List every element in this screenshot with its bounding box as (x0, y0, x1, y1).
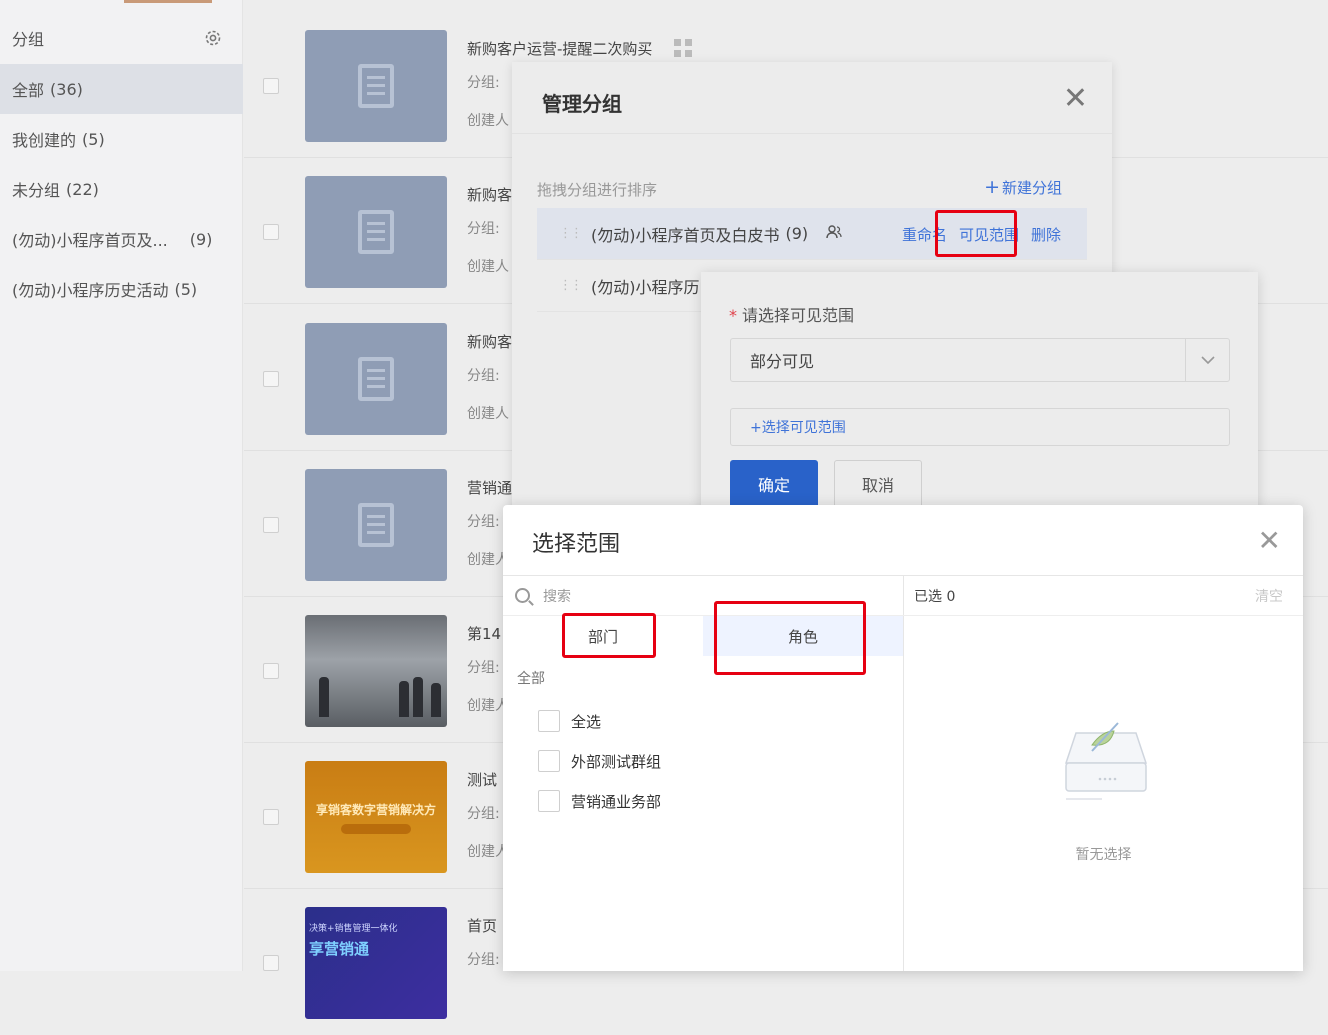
sort-hint: 拖拽分组进行排序 (537, 181, 658, 199)
option-marketing-dept[interactable]: 营销通业务部 (538, 789, 661, 813)
row-checkbox[interactable] (263, 78, 279, 94)
dialog-header: 管理分组 ✕ (512, 62, 1112, 134)
content-title[interactable]: 新购客户运营-提醒二次购买 (467, 38, 693, 59)
content-group: 分组: (467, 806, 500, 822)
close-icon[interactable]: ✕ (1063, 84, 1088, 114)
visibility-label: * 请选择可见范围 (729, 306, 855, 325)
dialog-header: 选择范围 ✕ (503, 505, 1303, 576)
content-title[interactable]: 新购客 (467, 184, 512, 205)
people-icon (826, 224, 842, 244)
plus-icon: + (984, 176, 1000, 198)
visibility-popover: * 请选择可见范围 部分可见 +选择可见范围 确定 取消 (701, 272, 1258, 512)
highlight-box (714, 601, 866, 675)
qrcode-icon[interactable] (674, 39, 693, 57)
photo-thumbnail[interactable] (305, 615, 447, 727)
group-count: (9) (785, 224, 809, 243)
gear-icon[interactable] (203, 28, 223, 48)
checkbox[interactable] (538, 790, 560, 812)
search-icon (515, 588, 530, 603)
select-scope-button[interactable]: +选择可见范围 (730, 408, 1230, 446)
sidebar-item-mine[interactable]: 我创建的 (5) (0, 114, 243, 164)
document-icon (358, 64, 394, 108)
group-name: (勿动)小程序历 (591, 277, 700, 297)
sidebar-title: 分组 (12, 30, 45, 49)
content-title[interactable]: 测试 (467, 769, 497, 790)
content-thumbnail[interactable] (305, 469, 447, 581)
content-group: 分组: (467, 660, 500, 676)
tree-root-label: 全部 (517, 671, 545, 687)
new-group-button[interactable]: + 新建分组 (984, 176, 1062, 198)
close-icon[interactable]: ✕ (1258, 527, 1281, 555)
selected-count: 已选 0 (914, 588, 956, 605)
row-checkbox[interactable] (263, 809, 279, 825)
banner-thumbnail[interactable]: 决策+销售管理一体化 享营销通 (305, 907, 447, 1019)
content-group: 分组: (467, 221, 500, 237)
drag-handle-icon[interactable]: ⋮⋮ (559, 226, 583, 241)
sidebar-item-all[interactable]: 全部 (36) (0, 64, 243, 114)
content-thumbnail[interactable] (305, 30, 447, 142)
empty-box-icon (1064, 722, 1148, 800)
highlight-box (562, 613, 656, 658)
chevron-down-icon[interactable] (1185, 339, 1229, 381)
content-group: 分组: (467, 952, 500, 968)
sidebar-item-ungrouped[interactable]: 未分组 (22) (0, 164, 243, 214)
sidebar-item-miniprogram-home[interactable]: (勿动)小程序首页及... (9) (0, 214, 243, 264)
checkbox[interactable] (538, 750, 560, 772)
row-checkbox[interactable] (263, 224, 279, 240)
selected-header: 已选 0 清空 (904, 576, 1303, 616)
content-thumbnail[interactable] (305, 176, 447, 288)
document-icon (358, 503, 394, 547)
content-group: 分组: (467, 75, 500, 91)
row-checkbox[interactable] (263, 955, 279, 971)
document-icon (358, 357, 394, 401)
content-group: 分组: (467, 368, 500, 384)
content-title[interactable]: 第14 (467, 623, 501, 644)
row-checkbox[interactable] (263, 371, 279, 387)
content-title[interactable]: 首页 (467, 915, 497, 936)
content-creator: 创建人 (467, 113, 509, 129)
dialog-title: 选择范围 (532, 532, 621, 557)
row-checkbox[interactable] (263, 663, 279, 679)
select-scope-dialog: 选择范围 ✕ 搜索 部门 角色 全部 全选 外部测试群组 营销通业务部 已选 0… (503, 505, 1303, 971)
content-creator: 创建人 (467, 259, 509, 275)
visibility-select[interactable]: 部分可见 (730, 338, 1230, 382)
option-select-all[interactable]: 全选 (538, 709, 601, 733)
dialog-title: 管理分组 (542, 92, 622, 116)
clear-button[interactable]: 清空 (1255, 586, 1283, 606)
active-tab-indicator (124, 0, 212, 3)
sidebar-item-miniprogram-history[interactable]: (勿动)小程序历史活动 (5) (0, 264, 243, 314)
row-checkbox[interactable] (263, 517, 279, 533)
confirm-button[interactable]: 确定 (730, 460, 818, 508)
cancel-button[interactable]: 取消 (834, 460, 922, 508)
content-group: 分组: (467, 514, 500, 530)
highlight-box (935, 210, 1017, 257)
content-title[interactable]: 营销通 (467, 477, 512, 498)
delete-button[interactable]: 删除 (1031, 224, 1061, 245)
selected-panel: 已选 0 清空 暂无选择 (904, 576, 1303, 971)
option-external-test-group[interactable]: 外部测试群组 (538, 749, 661, 773)
group-sidebar: 分组 全部 (36) 我创建的 (5) 未分组 (22) (勿动)小程序首页及...(… (0, 0, 243, 971)
sidebar-header: 分组 (0, 14, 243, 62)
group-name: (勿动)小程序首页及白皮书 (591, 225, 780, 245)
content-title[interactable]: 新购客 (467, 331, 512, 352)
drag-handle-icon[interactable]: ⋮⋮ (559, 278, 583, 293)
document-icon (358, 210, 394, 254)
empty-state-text: 暂无选择 (1075, 847, 1132, 863)
content-thumbnail[interactable] (305, 323, 447, 435)
content-creator: 创建人 (467, 406, 509, 422)
search-placeholder: 搜索 (543, 588, 571, 605)
banner-thumbnail[interactable]: 享销客数字营销解决方 (305, 761, 447, 873)
checkbox[interactable] (538, 710, 560, 732)
